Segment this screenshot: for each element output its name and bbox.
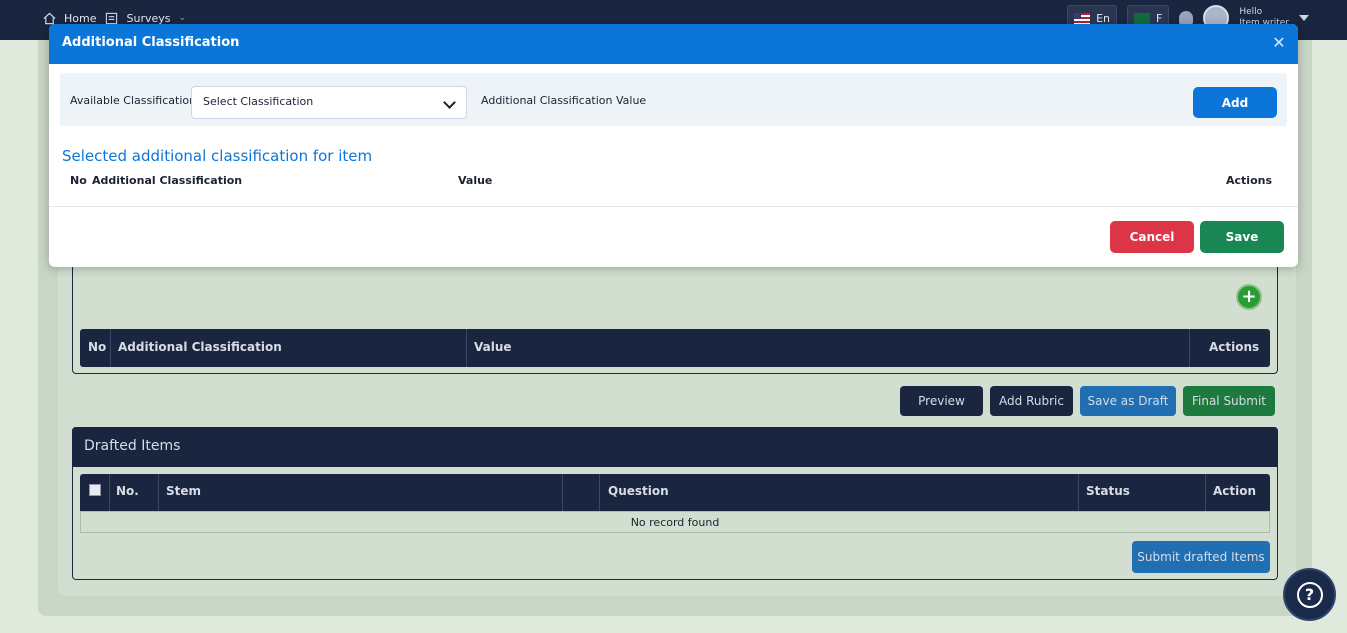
col-classification: Additional Classification	[92, 174, 243, 187]
save-draft-button[interactable]: Save as Draft	[1080, 386, 1176, 416]
modal-footer-divider	[49, 206, 1298, 207]
empty-state: No record found	[80, 511, 1270, 533]
save-button[interactable]: Save	[1200, 221, 1284, 253]
us-flag-icon	[1074, 12, 1091, 24]
col-question: Question	[608, 484, 669, 498]
available-classification-label: Available Classification:	[70, 94, 200, 107]
chevron-down-icon	[443, 96, 456, 109]
col-actions: Actions	[1209, 340, 1260, 354]
surveys-menu[interactable]: Surveys	[126, 12, 170, 25]
col-stem: Stem	[166, 484, 202, 498]
select-placeholder: Select Classification	[203, 95, 314, 108]
modal-header: Additional Classification ✕	[49, 24, 1298, 64]
col-no: No	[88, 340, 107, 354]
home-link[interactable]: Home	[64, 12, 96, 25]
cancel-button[interactable]: Cancel	[1110, 221, 1194, 253]
classification-table-header: No Additional Classification Value Actio…	[80, 329, 1270, 367]
col-no: No.	[116, 484, 139, 498]
close-icon[interactable]: ✕	[1272, 35, 1286, 51]
col-no: No	[70, 174, 87, 187]
select-all-checkbox[interactable]	[89, 484, 101, 496]
saudi-flag-icon	[1133, 12, 1150, 24]
help-button[interactable]: ?	[1283, 568, 1336, 621]
additional-classification-modal: Additional Classification ✕ Available Cl…	[49, 24, 1298, 267]
add-button[interactable]: Add	[1193, 87, 1277, 118]
preview-button[interactable]: Preview	[900, 386, 983, 416]
question-mark-icon: ?	[1296, 581, 1323, 608]
add-rubric-button[interactable]: Add Rubric	[990, 386, 1073, 416]
chevron-down-icon: ⌄	[178, 13, 187, 23]
surveys-icon	[104, 11, 118, 25]
lang-en-label: En	[1096, 11, 1110, 25]
col-status: Status	[1086, 484, 1130, 498]
user-menu-caret-icon[interactable]	[1299, 15, 1309, 21]
final-submit-button[interactable]: Final Submit	[1183, 386, 1275, 416]
breadcrumb-nav: Home Surveys ⌄	[42, 11, 186, 25]
selected-classification-title: Selected additional classification for i…	[62, 147, 373, 165]
drafted-items-title: Drafted Items	[72, 427, 1278, 467]
col-actions: Actions	[1226, 174, 1272, 187]
classification-filter-row: Available Classification: Select Classif…	[60, 73, 1287, 126]
col-action: Action	[1213, 484, 1257, 498]
hello-text: Hello	[1239, 7, 1263, 17]
lang-ar-label: F	[1155, 11, 1163, 25]
col-classification: Additional Classification	[118, 340, 282, 354]
home-icon	[42, 11, 56, 25]
col-value: Value	[458, 174, 493, 187]
col-value: Value	[474, 340, 512, 354]
bell-icon[interactable]	[1179, 11, 1194, 25]
classification-value-label: Additional Classification Value	[481, 94, 647, 107]
modal-title: Additional Classification	[62, 35, 240, 50]
add-circle-icon[interactable]: +	[1236, 284, 1262, 310]
classification-select[interactable]: Select Classification	[191, 86, 467, 119]
submit-drafted-button[interactable]: Submit drafted Items	[1132, 541, 1270, 573]
drafted-table-header: No. Stem Question Status Action	[80, 474, 1270, 511]
